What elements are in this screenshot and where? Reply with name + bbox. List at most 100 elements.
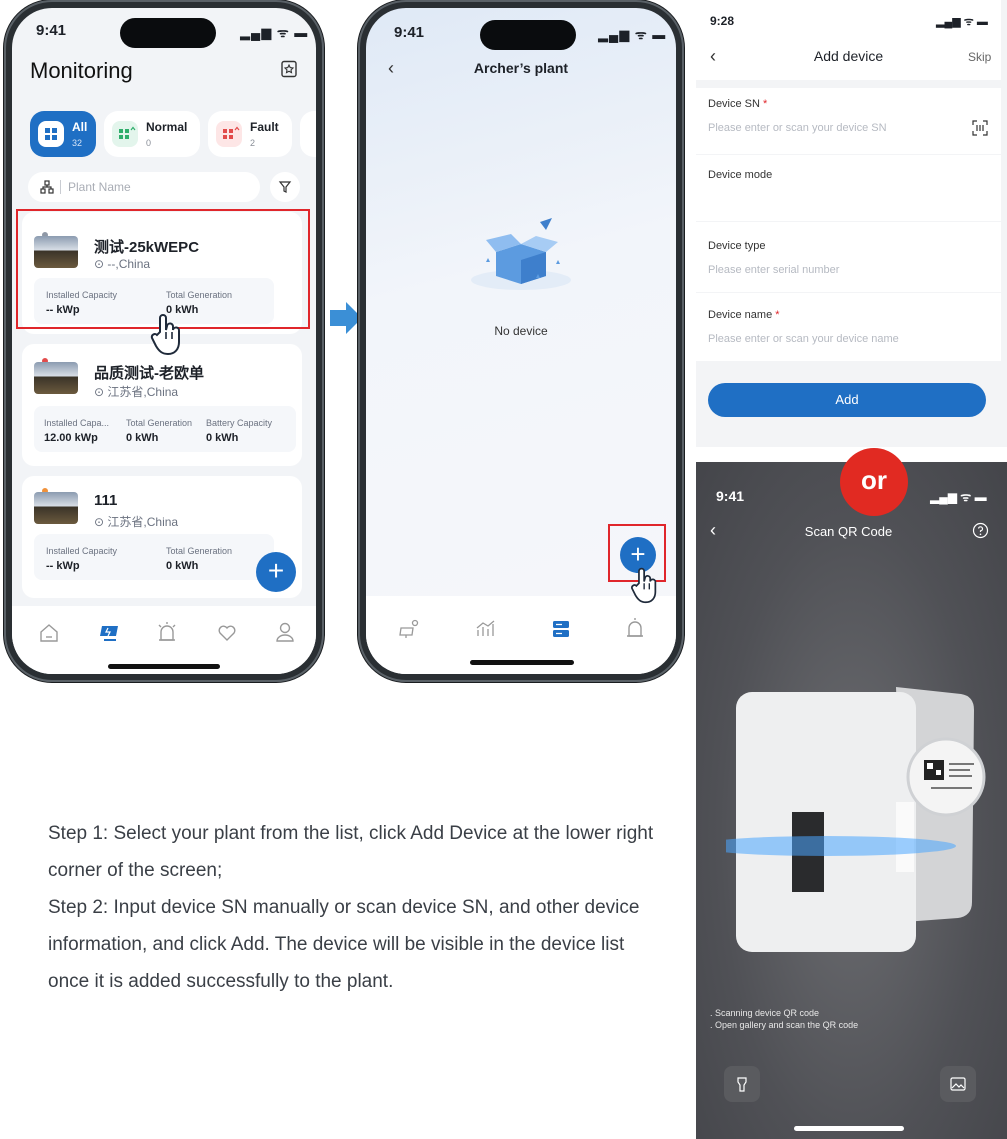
plant-stats: Installed Capacity -- kWp Total Generati… [34,534,274,580]
gallery-button[interactable] [940,1066,976,1102]
grid-alert-icon [216,121,242,147]
stat-value: 12.00 kWp [44,432,98,444]
plant-tree-icon [40,180,54,199]
add-plant-fab[interactable]: + [256,552,296,592]
instructions: Step 1: Select your plant from the list,… [48,815,670,1000]
dynamic-island [480,20,576,50]
scan-tip: . Scanning device QR code [710,1008,820,1018]
search-divider [60,180,61,194]
device-name-field[interactable]: Device name * Please enter or scan your … [696,293,1001,361]
status-time: 9:28 [710,14,735,28]
filter-label: All [72,120,88,134]
tab-home[interactable] [38,622,60,649]
stat-value: -- kWp [46,560,80,572]
grid-icon [38,121,64,147]
filter-more-chip[interactable] [300,111,316,157]
location-text: 江苏省,China [107,515,179,529]
filter-count: 32 [72,138,83,148]
plant-location: ⊙ 江苏省,China [94,515,179,529]
home-icon [40,624,58,642]
field-label: Device name * [708,309,780,321]
flashlight-icon [737,1077,747,1092]
scan-qr-screen: 9:41 ▂▄▆ ᯤ ▬ ‹ Scan QR Code . Scanning d… [696,462,1007,1139]
page-title: Archer’s plant [473,60,569,76]
filter-count: 2 [250,138,256,148]
plant-location: ⊙ 江苏省,China [94,385,179,399]
status-icons: ▂▄▆ ᯤ ▬ [598,27,667,42]
plant-name: 品质测试-老欧单 [94,365,204,382]
plant-thumbnail [34,492,78,524]
stat-label: Battery Capacity [206,418,273,428]
tab-alarm[interactable] [624,616,646,645]
empty-box-illustration [466,212,576,297]
help-icon[interactable] [972,522,989,544]
search-bar[interactable]: Plant Name [28,172,260,202]
device-type-input[interactable]: Please enter serial number [708,264,839,276]
filter-fault-chip[interactable]: Fault 2 [208,111,292,157]
location-text: 江苏省,China [107,385,179,399]
alarm-icon [160,625,174,641]
tap-hand-icon [150,312,184,361]
grid-up-icon [112,121,138,147]
plant-card[interactable]: 品质测试-老欧单 ⊙ 江苏省,China Installed Capa... 1… [22,344,302,466]
heart-icon [218,625,236,641]
device-sn-field[interactable]: Device SN * Please enter or scan your de… [696,88,1001,154]
inverter-illustration [696,672,996,967]
funnel-icon [278,180,292,199]
tab-overview[interactable] [398,618,420,645]
device-name-input[interactable]: Please enter or scan your device name [708,333,899,345]
add-device-screen: 9:28 ▂▄▆ ᯤ ▬ ‹ Add device Skip Device SN… [696,0,1007,447]
selection-highlight [16,209,310,329]
stat-label: Total Generation [166,546,233,556]
chart-icon [476,620,495,636]
tab-service[interactable] [216,622,238,649]
tab-alarm[interactable] [156,620,178,649]
filter-count: 0 [146,138,152,148]
home-indicator [470,660,574,665]
stat-label: Installed Capa... [44,418,110,428]
device-type-field[interactable]: Device type Please enter serial number [696,222,1001,292]
field-label: Device SN * [708,98,768,110]
user-icon [279,622,291,634]
add-button[interactable]: Add [708,383,986,417]
dynamic-island [120,18,216,48]
bookmark-icon[interactable] [280,60,298,78]
plant-name: 111 [94,492,118,509]
required-mark: * [775,309,780,321]
status-time: 9:41 [36,22,67,39]
scan-code-icon[interactable] [972,120,988,141]
page-title: Scan QR Code [804,524,893,539]
skip-link[interactable]: Skip [968,50,991,64]
step-2-text: Step 2: Input device SN manually or scan… [48,897,640,992]
page-title: Add device [813,48,884,64]
plant-thumbnail [34,362,78,394]
stat-value: 0 kWh [166,560,199,572]
flashlight-button[interactable] [724,1066,760,1102]
status-time: 9:41 [394,24,425,41]
nav-header: 9:28 ▂▄▆ ᯤ ▬ ‹ Add device Skip [696,0,1001,80]
gallery-icon [950,1077,966,1091]
scan-tip: . Open gallery and scan the QR code [710,1020,859,1030]
filter-label: Fault [250,120,279,134]
plant-stats: Installed Capa... 12.00 kWp Total Genera… [34,406,296,452]
home-indicator [108,664,220,669]
tab-plant[interactable] [98,622,122,649]
status-icons: ▂▄▆ ᯤ ▬ [936,16,988,28]
tab-devices[interactable] [550,618,572,645]
device-sn-input[interactable]: Please enter or scan your device SN [708,122,887,134]
alarm-icon [628,621,642,637]
stat-label: Total Generation [126,418,193,428]
home-indicator [794,1126,904,1131]
status-icons: ▂▄▆ ᯤ ▬ [930,490,987,504]
stat-value: 0 kWh [206,432,239,444]
filter-funnel-button[interactable] [270,172,300,202]
filter-all-chip[interactable]: All 32 [30,111,96,157]
stat-value: 0 kWh [126,432,159,444]
tap-hand-icon [630,566,660,609]
filter-normal-chip[interactable]: Normal 0 [104,111,200,157]
device-mode-field[interactable]: Device mode [696,155,1001,221]
tab-me[interactable] [274,620,296,649]
or-badge: or [840,448,908,516]
field-label: Device type [708,240,766,252]
tab-statistics[interactable] [474,618,496,645]
